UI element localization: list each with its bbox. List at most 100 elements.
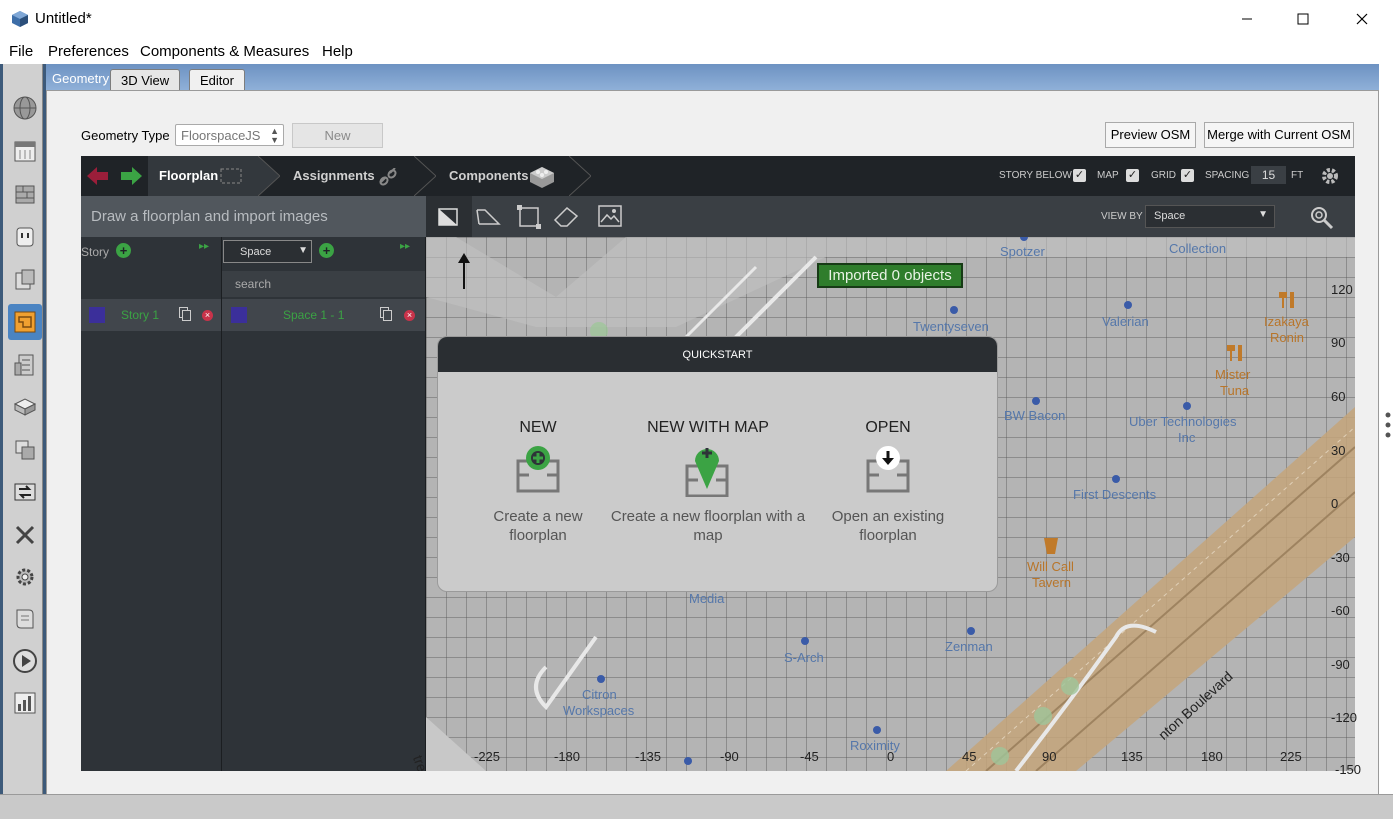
menu-preferences[interactable]: Preferences bbox=[48, 43, 129, 60]
expand-story-icon[interactable]: ▸▸ bbox=[199, 241, 209, 252]
duplicate-space-icon[interactable] bbox=[380, 307, 392, 321]
image-icon[interactable] bbox=[598, 205, 622, 227]
story-list: Story + ▸▸ Story 1 × bbox=[81, 237, 222, 771]
run-simulation-icon[interactable] bbox=[8, 643, 42, 679]
delete-story-icon[interactable]: × bbox=[202, 310, 213, 321]
select-icon[interactable] bbox=[516, 204, 542, 230]
eraser-icon[interactable] bbox=[553, 206, 579, 228]
nav-assignments[interactable]: Assignments bbox=[293, 156, 375, 196]
maximize-button[interactable] bbox=[1274, 0, 1332, 38]
y-tick: -150 bbox=[1335, 762, 1362, 777]
space-name: Space 1 - 1 bbox=[283, 308, 345, 322]
quickstart-new[interactable]: NEW Create a new floorplan bbox=[483, 419, 593, 544]
bar-icon bbox=[1044, 538, 1058, 554]
spaces-icon[interactable] bbox=[8, 389, 42, 425]
facility-icon[interactable] bbox=[8, 347, 42, 383]
preview-osm-button[interactable]: Preview OSM bbox=[1105, 122, 1196, 148]
north-arrow-icon bbox=[458, 253, 470, 289]
menu-components-measures[interactable]: Components & Measures bbox=[140, 43, 309, 60]
delete-space-icon[interactable]: × bbox=[404, 310, 415, 321]
view-by-select[interactable]: Space ▼ bbox=[1145, 205, 1275, 228]
space-row[interactable]: Space 1 - 1 × bbox=[222, 299, 425, 331]
settings-gear-icon[interactable] bbox=[1320, 166, 1340, 186]
spacing-input[interactable]: 15 bbox=[1251, 166, 1286, 184]
variables-icon[interactable] bbox=[8, 517, 42, 553]
nav-floorplan[interactable]: Floorplan bbox=[159, 156, 218, 196]
geometry-section-label: Geometry bbox=[52, 71, 110, 86]
story-header: Story bbox=[81, 245, 110, 259]
map-label-izakaya: Izakaya bbox=[1264, 314, 1309, 329]
redo-icon[interactable] bbox=[121, 167, 143, 185]
menu-file[interactable]: File bbox=[9, 43, 33, 60]
y-tick: -90 bbox=[1331, 657, 1350, 672]
menu-bar: File Preferences Components & Measures H… bbox=[0, 38, 1393, 64]
add-story-button[interactable]: + bbox=[116, 243, 131, 258]
schedules-icon[interactable] bbox=[8, 133, 42, 169]
x-tick: 0 bbox=[887, 749, 895, 764]
x-tick: 135 bbox=[1121, 749, 1143, 764]
geometry-type-value: FloorspaceJS bbox=[181, 128, 261, 143]
quickstart-new-desc: Create a new floorplan bbox=[493, 508, 583, 544]
space-types-icon[interactable] bbox=[8, 262, 42, 298]
nav-components[interactable]: Components bbox=[449, 156, 528, 196]
hvac-systems-icon[interactable] bbox=[8, 474, 42, 510]
draw-polygon-icon[interactable] bbox=[475, 206, 503, 228]
site-icon[interactable] bbox=[8, 90, 42, 126]
quickstart-new-with-map[interactable]: NEW WITH MAP Create a new floorplan with… bbox=[608, 419, 808, 544]
chevron-down-icon: ▼ bbox=[1258, 209, 1268, 220]
map-label-tuna: Tuna bbox=[1220, 383, 1250, 398]
close-button[interactable] bbox=[1333, 0, 1391, 38]
x-tick: 180 bbox=[1201, 749, 1223, 764]
map-label-uber-2: Inc bbox=[1178, 430, 1196, 445]
y-tick: 30 bbox=[1331, 443, 1346, 458]
zoom-icon[interactable] bbox=[1310, 206, 1334, 230]
quickstart-map-title: NEW WITH MAP bbox=[647, 419, 769, 436]
components-icon bbox=[530, 167, 554, 188]
minimize-button[interactable] bbox=[1218, 0, 1276, 38]
space-search-box[interactable]: search bbox=[222, 271, 425, 297]
space-list: Space ▼ + ▸▸ search Space 1 - 1 × bbox=[222, 237, 426, 771]
story-row[interactable]: Story 1 × bbox=[81, 299, 221, 331]
quickstart-open-title: OPEN bbox=[865, 419, 911, 436]
quickstart-new-title: NEW bbox=[519, 419, 557, 436]
spinner-arrows-icon: ▲ ▼ bbox=[270, 126, 279, 145]
geometry-icon[interactable] bbox=[8, 304, 42, 340]
constructions-icon[interactable] bbox=[8, 176, 42, 212]
measures-icon[interactable] bbox=[8, 601, 42, 637]
map-pin-icon bbox=[685, 448, 729, 497]
story-below-checkbox[interactable]: ✓ bbox=[1073, 169, 1086, 182]
map-label-tavern: Tavern bbox=[1032, 575, 1072, 590]
menu-help[interactable]: Help bbox=[322, 43, 353, 60]
space-type-select[interactable]: Space ▼ bbox=[223, 240, 312, 263]
geometry-type-select[interactable]: FloorspaceJS ▲ ▼ bbox=[175, 124, 284, 146]
tab-3d-view[interactable]: 3D View bbox=[110, 69, 181, 90]
simulation-settings-icon[interactable] bbox=[8, 559, 42, 595]
geometry-type-label: Geometry Type bbox=[81, 128, 170, 143]
results-summary-icon[interactable] bbox=[8, 685, 42, 721]
merge-osm-button[interactable]: Merge with Current OSM bbox=[1204, 122, 1354, 148]
y-tick: 120 bbox=[1331, 282, 1353, 297]
tab-editor[interactable]: Editor bbox=[189, 69, 245, 90]
map-label-uber-1: Uber Technologies bbox=[1129, 414, 1237, 429]
x-tick: 90 bbox=[1042, 749, 1057, 764]
quickstart-modal: QUICKSTART NEW Create a new floorplan NE… bbox=[437, 336, 998, 592]
loads-icon[interactable] bbox=[8, 219, 42, 255]
grid-checkbox[interactable]: ✓ bbox=[1181, 169, 1194, 182]
expand-space-icon[interactable]: ▸▸ bbox=[400, 241, 410, 252]
spacing-label: SPACING bbox=[1205, 170, 1250, 181]
splitter-handle-icon[interactable] bbox=[1385, 412, 1391, 444]
add-space-button[interactable]: + bbox=[319, 243, 334, 258]
space-select-value: Space bbox=[240, 246, 272, 258]
map-checkbox[interactable]: ✓ bbox=[1126, 169, 1139, 182]
story-color-swatch[interactable] bbox=[89, 307, 105, 323]
duplicate-story-icon[interactable] bbox=[179, 307, 191, 321]
thermal-zones-icon[interactable] bbox=[8, 432, 42, 468]
story-below-label: STORY BELOW bbox=[999, 170, 1072, 181]
app-icon bbox=[12, 11, 28, 27]
undo-icon[interactable] bbox=[87, 167, 109, 185]
space-color-swatch[interactable] bbox=[231, 307, 247, 323]
draw-rectangle-icon[interactable] bbox=[437, 207, 459, 227]
map-label-twentyseven: Twentyseven bbox=[913, 319, 989, 334]
quickstart-open[interactable]: OPEN Open an existing floorplan bbox=[818, 419, 958, 544]
new-button[interactable]: New bbox=[292, 123, 383, 148]
